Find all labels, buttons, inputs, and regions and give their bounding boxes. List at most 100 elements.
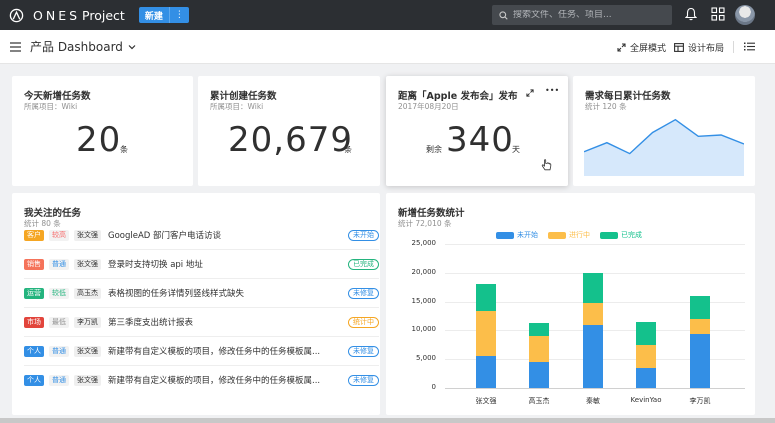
countdown-prefix: 剩余 — [426, 145, 442, 154]
apps-grid-icon[interactable] — [711, 7, 725, 21]
legend-swatch — [600, 231, 618, 239]
menu-icon[interactable] — [10, 41, 21, 52]
status-badge[interactable]: 未修复 — [348, 374, 379, 386]
daily-need-tasks-card[interactable]: 需求每日累计任务数 统计 120 条 — [573, 76, 755, 186]
task-name: 第三季度支出统计报表 — [108, 318, 194, 328]
total-created-value: 20,679 — [228, 120, 353, 160]
more-options-icon[interactable]: ••• — [545, 86, 559, 95]
assignee-tag: 李万凯 — [74, 316, 101, 328]
new-button[interactable]: 新建 ⋮ — [138, 7, 189, 23]
grid-line — [445, 388, 745, 389]
y-tick-label: 10,000 — [411, 325, 437, 334]
priority-tag: 最低 — [49, 316, 69, 328]
category-tag: 个人 — [24, 374, 44, 386]
chevron-down-icon[interactable] — [128, 44, 136, 50]
page-title[interactable]: 产品 Dashboard — [30, 38, 123, 55]
x-tick-label: 张文强 — [475, 397, 497, 405]
today-new-unit: 条 — [120, 145, 128, 154]
new-button-more[interactable]: ⋮ — [168, 7, 189, 23]
bar-segment[interactable] — [690, 333, 710, 388]
dashboard-header: 产品 Dashboard 全屏模式 设计布局 — [0, 30, 775, 64]
area-fill — [584, 119, 744, 176]
task-row[interactable]: 市场 最低 李万凯 第三季度支出统计报表 统计中 — [24, 313, 379, 331]
status-badge[interactable]: 未修复 — [348, 287, 379, 299]
y-tick-label: 0 — [431, 383, 436, 391]
card-title: 需求每日累计任务数 — [585, 91, 671, 102]
row-divider — [24, 336, 379, 337]
bar-segment[interactable] — [636, 344, 656, 368]
legend-item[interactable]: 已完成 — [600, 230, 642, 240]
expand-card-icon[interactable] — [526, 89, 534, 97]
category-tag: 个人 — [24, 345, 44, 357]
chart-legend: 未开始 进行中 已完成 — [496, 230, 652, 240]
bar-segment[interactable] — [636, 367, 656, 388]
bar-segment[interactable] — [583, 324, 603, 388]
bar-segment[interactable] — [529, 323, 549, 337]
fullscreen-button[interactable]: 全屏模式 — [617, 41, 666, 54]
bell-icon[interactable] — [685, 7, 697, 21]
legend-label: 进行中 — [569, 231, 590, 239]
app-suffix: Project — [82, 7, 125, 23]
row-divider — [24, 278, 379, 279]
card-subtitle: 所属项目：Wiki — [210, 102, 264, 111]
layout-icon — [674, 43, 684, 52]
status-badge[interactable]: 统计中 — [348, 316, 379, 328]
status-badge[interactable]: 已完成 — [348, 258, 379, 270]
priority-tag: 普通 — [49, 374, 69, 386]
task-row[interactable]: 运营 较低 高玉杰 表格视图的任务详情列竖线样式缺失 未修复 — [24, 284, 379, 302]
today-new-value: 20 — [76, 120, 122, 160]
list-view-icon[interactable] — [744, 42, 755, 51]
header-divider — [733, 41, 734, 53]
task-row[interactable]: 个人 普通 张文强 新建带有自定义模板的项目，修改任务中的任务模板属... 未修复 — [24, 342, 379, 360]
bar-segment[interactable] — [690, 319, 710, 334]
legend-label: 未开始 — [517, 231, 538, 239]
bar-segment[interactable] — [583, 302, 603, 325]
card-subtitle: 统计 72,010 条 — [398, 219, 452, 228]
task-row[interactable]: 销售 普通 张文强 登录时支持切换 api 地址 已完成 — [24, 255, 379, 273]
logo[interactable]: ONES Project — [9, 8, 125, 23]
task-row[interactable]: 客户 较高 张文强 GoogleAD 部门客户电话访谈 未开始 — [24, 226, 379, 244]
bar-segment[interactable] — [529, 336, 549, 363]
search-input[interactable] — [513, 10, 663, 20]
countdown-card[interactable]: 距离「Apple 发布会」发布 2017年08月20日 ••• 剩余 340 天 — [386, 76, 568, 186]
card-title: 累计创建任务数 — [210, 91, 277, 102]
priority-tag: 普通 — [49, 258, 69, 270]
design-layout-button[interactable]: 设计布局 — [674, 41, 724, 54]
legend-label: 已完成 — [621, 231, 642, 239]
user-avatar[interactable] — [735, 5, 755, 25]
task-name: 新建带有自定义模板的项目，修改任务中的任务模板属... — [108, 347, 321, 357]
countdown-value: 340 — [446, 120, 514, 160]
card-title: 距离「Apple 发布会」发布 — [398, 91, 518, 102]
y-tick-label: 20,000 — [411, 267, 437, 276]
bar-segment[interactable] — [476, 310, 496, 356]
x-tick-label: KevinYao — [630, 396, 662, 404]
card-title: 今天新增任务数 — [24, 91, 91, 102]
bar-segment[interactable] — [529, 362, 549, 388]
today-new-tasks-card[interactable]: 今天新增任务数 所属项目：Wiki 20 条 — [12, 76, 193, 186]
new-button-label[interactable]: 新建 — [138, 7, 169, 23]
category-tag: 客户 — [24, 229, 44, 241]
legend-swatch — [548, 231, 566, 239]
status-badge[interactable]: 未开始 — [348, 229, 379, 241]
task-row[interactable]: 个人 普通 张文强 新建带有自定义模板的项目，修改任务中的任务模板属... 未修复 — [24, 371, 379, 389]
legend-item[interactable]: 进行中 — [548, 230, 590, 240]
total-created-tasks-card[interactable]: 累计创建任务数 所属项目：Wiki 20,679 条 — [198, 76, 380, 186]
bar-segment[interactable] — [476, 355, 496, 388]
status-badge[interactable]: 未修复 — [348, 345, 379, 357]
daily-need-area-chart — [584, 118, 744, 176]
legend-item[interactable]: 未开始 — [496, 230, 538, 240]
window-bottom-edge — [0, 418, 775, 423]
bar-segment[interactable] — [636, 321, 656, 345]
search-box[interactable] — [492, 5, 672, 25]
x-tick-label: 秦敏 — [586, 397, 600, 405]
bar-segment[interactable] — [583, 272, 603, 303]
y-tick-label: 5,000 — [415, 354, 436, 363]
ones-logo-icon — [9, 8, 24, 22]
bar-segment[interactable] — [690, 296, 710, 320]
task-name: GoogleAD 部门客户电话访谈 — [108, 231, 222, 241]
priority-tag: 较低 — [49, 287, 69, 299]
row-divider — [24, 307, 379, 308]
assignee-tag: 高玉杰 — [74, 287, 101, 299]
assignee-tag: 张文强 — [74, 258, 101, 270]
bar-segment[interactable] — [476, 284, 496, 311]
